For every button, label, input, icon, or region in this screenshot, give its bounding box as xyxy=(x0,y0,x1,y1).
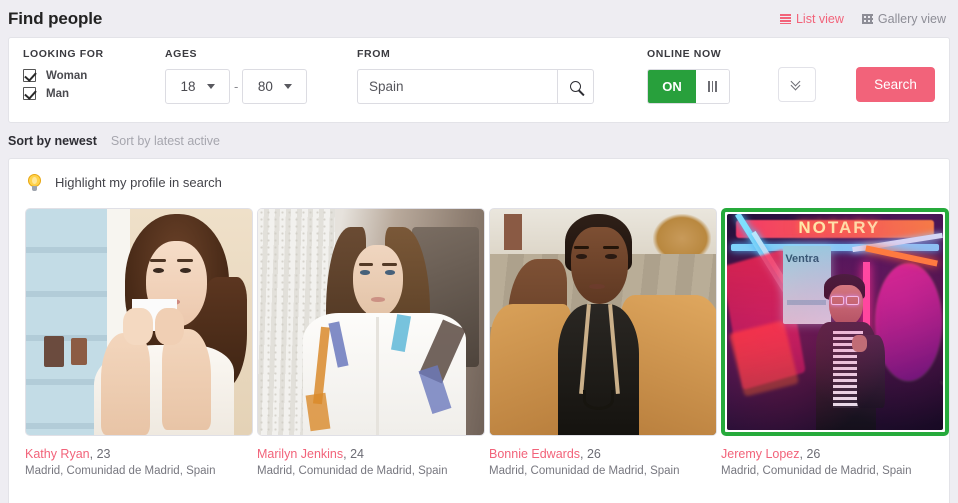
search-button[interactable]: Search xyxy=(856,67,935,102)
online-now-group: ONLINE NOW ON xyxy=(647,48,772,104)
online-now-state: ON xyxy=(648,70,696,103)
grid-icon xyxy=(861,13,873,24)
profile-age: 26 xyxy=(806,447,821,461)
list-view-toggle[interactable]: List view xyxy=(779,11,844,26)
profile-photo-image: NOTARY Ventra xyxy=(727,214,943,430)
profile-age: 23 xyxy=(96,447,111,461)
profile-meta: Kathy Ryan, 23 Madrid, Comunidad de Madr… xyxy=(25,436,253,480)
checkbox-man[interactable] xyxy=(23,87,36,100)
magnifier-icon xyxy=(570,81,581,92)
from-group: FROM xyxy=(357,48,647,104)
list-view-label: List view xyxy=(795,11,844,26)
age-range-row: 18 - 80 xyxy=(165,69,357,104)
profile-age: 24 xyxy=(350,447,364,461)
profile-location: Madrid, Comunidad de Madrid, Spain xyxy=(489,465,680,477)
checkbox-woman[interactable] xyxy=(23,69,36,82)
profile-photo-image xyxy=(258,209,484,435)
profile-card: Kathy Ryan, 23 Madrid, Comunidad de Madr… xyxy=(25,208,253,480)
age-max-select[interactable]: 80 xyxy=(242,69,308,104)
profile-name[interactable]: Bonnie Edwards xyxy=(489,447,580,461)
profile-location: Madrid, Comunidad de Madrid, Spain xyxy=(721,465,912,477)
profile-photo-image xyxy=(490,209,716,435)
sort-bar: Sort by newest Sort by latest active xyxy=(0,123,958,158)
age-max-value: 80 xyxy=(257,79,273,94)
looking-for-group: LOOKING FOR Woman Man xyxy=(23,48,165,105)
gallery-view-label: Gallery view xyxy=(877,11,946,26)
profile-card: Bonnie Edwards, 26 Madrid, Comunidad de … xyxy=(489,208,717,480)
profile-meta: Bonnie Edwards, 26 Madrid, Comunidad de … xyxy=(489,436,717,480)
more-filters-group xyxy=(778,48,816,102)
toggle-handle-icon xyxy=(696,70,729,103)
looking-for-man-row[interactable]: Man xyxy=(23,87,165,100)
double-chevron-down-icon xyxy=(791,79,803,90)
age-min-select[interactable]: 18 xyxy=(165,69,230,104)
profile-name-line: Kathy Ryan, 23 xyxy=(25,447,111,461)
profile-card: Marilyn Jenkins, 24 Madrid, Comunidad de… xyxy=(257,208,485,480)
location-search-button[interactable] xyxy=(557,69,594,104)
online-now-toggle[interactable]: ON xyxy=(647,69,730,104)
profile-name[interactable]: Kathy Ryan xyxy=(25,447,90,461)
looking-for-label: LOOKING FOR xyxy=(23,48,104,60)
profile-meta: Jeremy Lopez, 26 Madrid, Comunidad de Ma… xyxy=(721,436,949,480)
profile-location: Madrid, Comunidad de Madrid, Spain xyxy=(257,465,448,477)
highlight-profile-row[interactable]: Highlight my profile in search xyxy=(25,173,933,192)
view-mode-toggles: List view Gallery view xyxy=(779,11,946,26)
profile-photo[interactable] xyxy=(489,208,717,436)
search-group: Search xyxy=(856,48,935,102)
profile-photo-image xyxy=(26,209,252,435)
location-input[interactable] xyxy=(357,69,557,104)
profile-card-list: Kathy Ryan, 23 Madrid, Comunidad de Madr… xyxy=(25,208,949,480)
online-now-label: ONLINE NOW xyxy=(647,48,722,60)
profile-meta: Marilyn Jenkins, 24 Madrid, Comunidad de… xyxy=(257,436,485,480)
sort-by-latest-active[interactable]: Sort by latest active xyxy=(111,134,220,148)
highlight-profile-label: Highlight my profile in search xyxy=(55,175,222,190)
ages-label: AGES xyxy=(165,48,198,60)
results-panel: Highlight my profile in search Kathy Rya… xyxy=(8,158,950,503)
from-label: FROM xyxy=(357,48,391,60)
list-icon xyxy=(779,13,791,24)
filter-panel: LOOKING FOR Woman Man AGES 18 - 80 FROM xyxy=(8,37,950,123)
looking-for-woman-row[interactable]: Woman xyxy=(23,69,165,82)
profile-photo-online[interactable]: NOTARY Ventra xyxy=(721,208,949,436)
from-row xyxy=(357,69,647,104)
ages-group: AGES 18 - 80 xyxy=(165,48,357,104)
lightbulb-icon xyxy=(25,173,44,192)
profile-card: NOTARY Ventra xyxy=(721,208,949,480)
page-header: Find people List view Gallery view xyxy=(0,0,958,37)
chevron-down-icon xyxy=(283,84,292,89)
profile-name[interactable]: Marilyn Jenkins xyxy=(257,447,343,461)
profile-name-line: Jeremy Lopez, 26 xyxy=(721,447,821,461)
profile-name[interactable]: Jeremy Lopez xyxy=(721,447,800,461)
profile-name-line: Bonnie Edwards, 26 xyxy=(489,447,601,461)
age-range-separator: - xyxy=(234,79,239,94)
checkbox-man-label: Man xyxy=(46,87,69,100)
sort-by-newest[interactable]: Sort by newest xyxy=(8,134,97,148)
gallery-view-toggle[interactable]: Gallery view xyxy=(861,11,946,26)
profile-name-line: Marilyn Jenkins, 24 xyxy=(257,447,364,461)
profile-age: 26 xyxy=(586,447,601,461)
more-filters-button[interactable] xyxy=(778,67,816,102)
age-min-value: 18 xyxy=(180,79,196,94)
checkbox-woman-label: Woman xyxy=(46,69,88,82)
page-title: Find people xyxy=(8,8,103,28)
chevron-down-icon xyxy=(206,84,215,89)
profile-photo[interactable] xyxy=(25,208,253,436)
profile-location: Madrid, Comunidad de Madrid, Spain xyxy=(25,465,216,477)
profile-photo[interactable] xyxy=(257,208,485,436)
